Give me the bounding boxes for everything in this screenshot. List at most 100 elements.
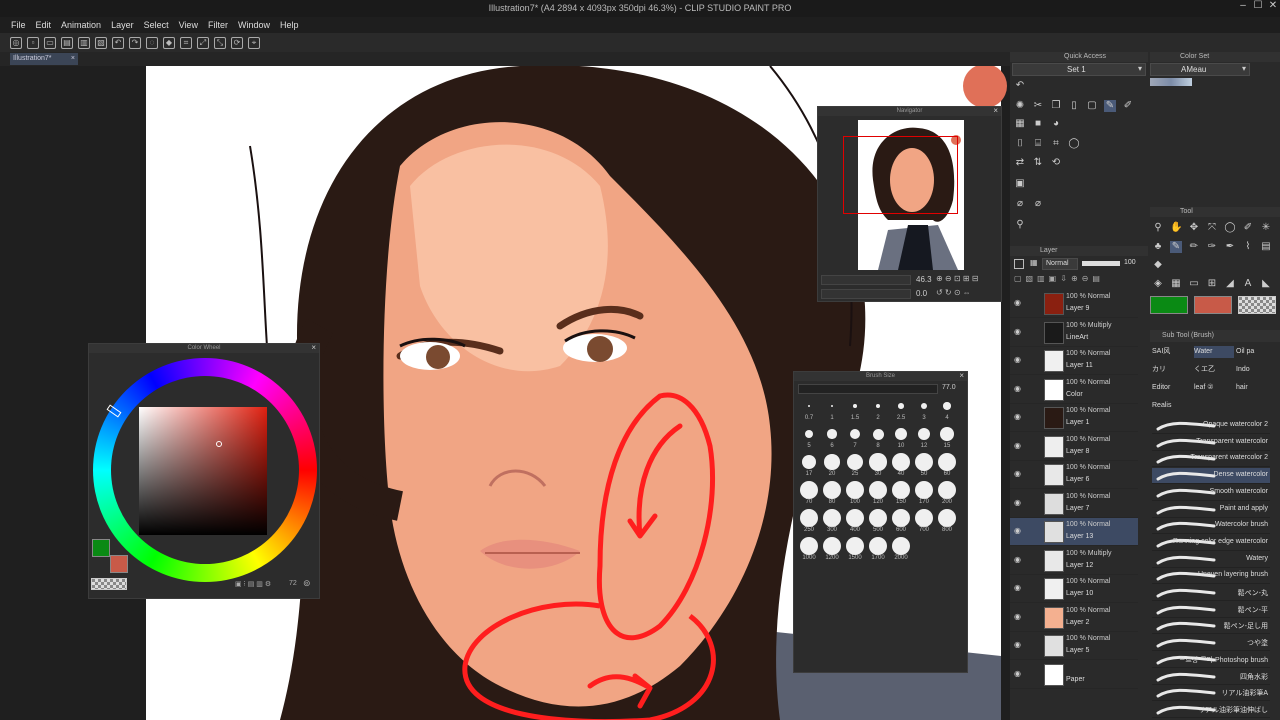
layer-row[interactable]: ◉ 100 % Multiply LineArt <box>1010 318 1138 347</box>
brush-item[interactable]: Watercolor brush <box>1152 518 1270 535</box>
blend-mode-select[interactable]: Normal <box>1042 258 1078 270</box>
brush-size-dot[interactable] <box>853 404 857 408</box>
brush-tool-icon[interactable]: ♣ <box>1152 241 1164 253</box>
menu-filter[interactable]: Filter <box>208 20 228 30</box>
marker-tool-icon[interactable]: ✑ <box>1206 241 1218 253</box>
brush-size-dot[interactable] <box>892 481 910 499</box>
brush-size-dot[interactable] <box>875 403 881 409</box>
brush-item[interactable]: リアル油彩筆油伸ばし <box>1152 702 1270 718</box>
select-icon[interactable]: ✺ <box>1014 100 1026 112</box>
frame-2-icon[interactable]: ⌸ <box>1032 138 1044 150</box>
navigator-rotate-slider[interactable] <box>821 289 911 299</box>
brush-size-dot[interactable] <box>920 402 928 410</box>
brush-item[interactable]: Smooth watercolor <box>1152 485 1270 501</box>
brush-item[interactable]: Dense watercolor <box>1152 468 1270 485</box>
brush-item[interactable]: Uneven layering brush <box>1152 568 1270 585</box>
menu-help[interactable]: Help <box>280 20 299 30</box>
rotate-icon[interactable]: ⟲ <box>1050 157 1062 169</box>
menu-animation[interactable]: Animation <box>61 20 101 30</box>
text-tool-icon[interactable]: A <box>1242 278 1254 290</box>
undo-icon[interactable]: ↶ <box>1014 80 1026 92</box>
eye-icon[interactable]: ◉ <box>1014 555 1024 564</box>
frame-tool-icon[interactable]: ⊞ <box>1206 278 1218 290</box>
brush-size-dot[interactable] <box>892 509 910 527</box>
mesh-icon[interactable]: ⌗ <box>1050 138 1062 150</box>
brush-size-dot[interactable] <box>917 427 931 441</box>
eye-icon[interactable]: ◉ <box>1014 441 1024 450</box>
brush-size-dot[interactable] <box>827 429 837 439</box>
navigator-zoom-buttons[interactable]: ⊕ ⊖ ⊡ ⊞ ⊟ <box>936 274 978 283</box>
star-tool-icon[interactable]: ✳ <box>1260 222 1272 234</box>
brush-size-dot[interactable] <box>892 537 910 555</box>
menu-file[interactable]: File <box>11 20 26 30</box>
pencil-tool-icon[interactable]: ✏ <box>1188 241 1200 253</box>
eraser-tool-icon[interactable]: ◆ <box>1152 259 1164 271</box>
ruler-icon[interactable]: ⌀ <box>1014 198 1026 210</box>
flip-vertical-icon[interactable]: ⇅ <box>1032 157 1044 169</box>
brush-item[interactable]: つや塗 <box>1152 635 1270 652</box>
menu-layer[interactable]: Layer <box>111 20 134 30</box>
brush-item[interactable]: Transparent watercolor 2 <box>1152 451 1270 468</box>
layer-toolbar-icons[interactable]: ▢▧▥▣⇩⊕⊖▤ <box>1014 274 1144 284</box>
brush-size-dot[interactable] <box>938 481 956 499</box>
opacity-slider[interactable] <box>1082 261 1120 266</box>
flip-icon[interactable]: ⇄ <box>1014 157 1026 169</box>
paste-icon[interactable]: ▢ <box>1086 100 1098 112</box>
sub-tool-tab[interactable]: leaf ② <box>1194 382 1234 394</box>
minimize-button[interactable]: – <box>1236 0 1250 17</box>
brush-size-dot[interactable] <box>804 429 814 439</box>
layer-property-icon[interactable] <box>1014 259 1024 269</box>
close-button[interactable]: ✕ <box>1266 0 1280 17</box>
document-tab[interactable]: Illustration7* × <box>10 53 78 65</box>
lasso-tool-icon[interactable]: ◯ <box>1224 222 1236 234</box>
checker-icon[interactable]: ▦ <box>1014 118 1026 130</box>
navigator-rotate-buttons[interactable]: ↺ ↻ ⊙ ⇔ <box>936 288 971 297</box>
document-tab-close-icon[interactable]: × <box>71 53 75 65</box>
menu-select[interactable]: Select <box>144 20 169 30</box>
transform-icon[interactable]: ⤢ <box>197 36 209 49</box>
brush-size-dot[interactable] <box>800 509 818 527</box>
sub-tool-tab[interactable]: Water <box>1194 346 1234 358</box>
sub-tool-tab[interactable]: Oil pa <box>1236 346 1276 358</box>
brush-size-dot[interactable] <box>824 454 840 470</box>
sub-tool-tab[interactable]: SAI风 <box>1152 346 1192 358</box>
black-square-icon[interactable]: ■ <box>1032 118 1044 130</box>
eye-icon[interactable]: ◉ <box>1014 355 1024 364</box>
eye-icon[interactable]: ◉ <box>1014 612 1024 621</box>
navigator-zoom-slider[interactable] <box>821 275 911 285</box>
brush-item[interactable]: ᄑ르상 ᄀ마 Photoshop brush <box>1152 652 1270 668</box>
eye-icon[interactable]: ◉ <box>1014 526 1024 535</box>
brush-size-dot[interactable] <box>823 537 841 555</box>
color-set-swatches[interactable] <box>1150 78 1192 86</box>
brush-size-dot[interactable] <box>869 453 887 471</box>
color-set-select[interactable]: AMeau ▾ <box>1150 63 1250 76</box>
hand-tool-icon[interactable]: ✋ <box>1170 222 1182 234</box>
crop-icon[interactable]: ⌗ <box>180 36 192 49</box>
brush-size-slider[interactable] <box>798 384 938 394</box>
brush-size-dot[interactable] <box>915 509 933 527</box>
layer-row[interactable]: ◉ 100 % Multiply Layer 12 <box>1010 546 1138 575</box>
brush-size-dot[interactable] <box>915 453 933 471</box>
fill-tool-icon[interactable]: ◈ <box>1152 278 1164 290</box>
sub-tool-tab[interactable]: くエ乙 <box>1194 364 1234 376</box>
eye-icon[interactable]: ◉ <box>1014 384 1024 393</box>
brush-item[interactable]: Paint and apply <box>1152 502 1270 518</box>
quick-access-set-select[interactable]: Set 1 ▾ <box>1012 63 1146 76</box>
figure-tool-icon[interactable]: ▭ <box>1188 278 1200 290</box>
brush-size-dot[interactable] <box>846 509 864 527</box>
delete-icon[interactable]: ▯ <box>1068 100 1080 112</box>
brush-size-dot[interactable] <box>869 481 887 499</box>
layer-row[interactable]: ◉ 100 % Normal Layer 10 <box>1010 575 1138 603</box>
brush-size-dot[interactable] <box>800 537 818 555</box>
frame-icon[interactable]: ⌷ <box>1014 138 1026 150</box>
clear-selection-icon[interactable]: ◌ <box>146 36 158 49</box>
layer-row[interactable]: ◉ 100 % Normal Layer 2 <box>1010 603 1138 632</box>
blend-tool-icon[interactable]: ⌇ <box>1242 241 1254 253</box>
layer-row[interactable]: ◉ 100 % Normal Layer 1 <box>1010 404 1138 432</box>
layer-row[interactable]: ◉ 100 % Normal Color <box>1010 375 1138 404</box>
sub-color-swatch[interactable] <box>110 555 128 573</box>
color-picker-cursor[interactable] <box>216 441 222 447</box>
eye-icon[interactable]: ◉ <box>1014 327 1024 336</box>
brush-item[interactable]: Watery <box>1152 552 1270 568</box>
menu-view[interactable]: View <box>179 20 198 30</box>
